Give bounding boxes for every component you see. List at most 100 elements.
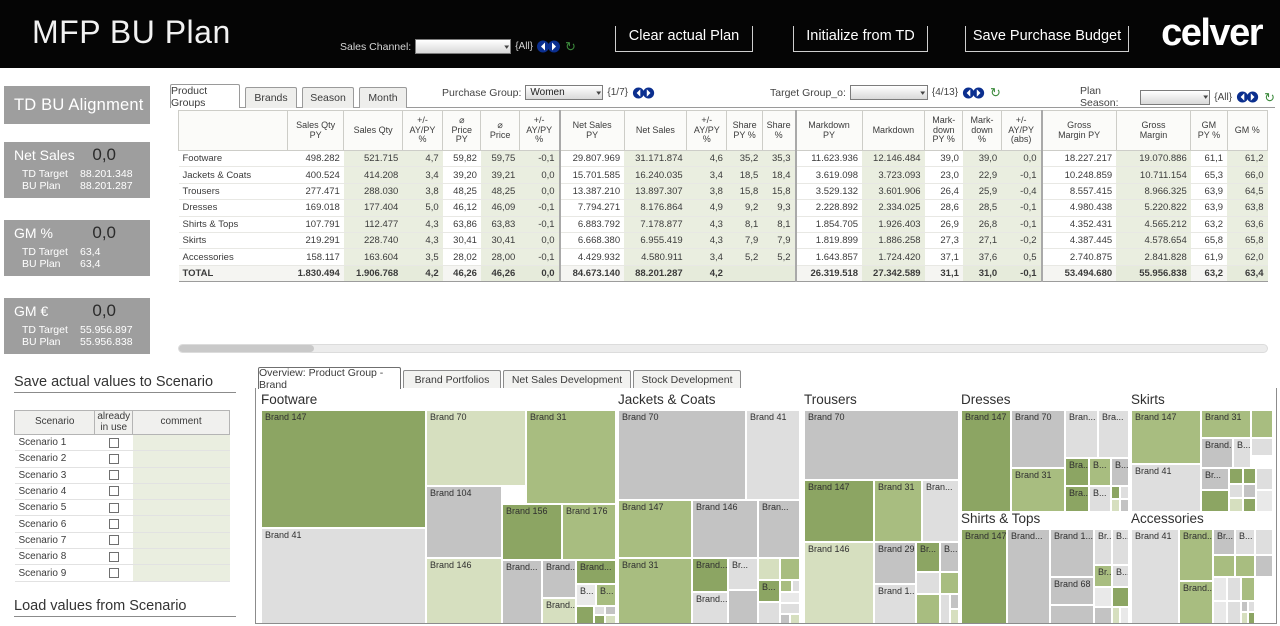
treemap-tab-overview-product-group-brand[interactable]: Overview: Product Group - Brand [258,367,401,389]
treemap-tile[interactable]: Brand... [542,560,576,598]
treemap-tab-brand-portfolios[interactable]: Brand Portfolios [403,370,501,389]
treemap-tile[interactable] [916,594,940,624]
grid-col-header[interactable]: Sales Qty [344,111,402,151]
treemap-tile[interactable] [594,615,605,624]
treemap-tile[interactable]: Brand... [502,560,542,624]
tab-month[interactable]: Month [359,87,407,108]
treemap-tile[interactable]: Brand 70 [426,410,526,486]
scenario-comment[interactable] [133,532,230,548]
treemap-tile[interactable] [780,580,792,592]
treemap-tile[interactable] [1120,607,1129,624]
treemap-tile[interactable]: Br... [728,558,758,590]
treemap-tile[interactable] [1227,601,1241,624]
treemap-tile[interactable]: Brand 29 [874,542,916,584]
initialize-from-td-button[interactable]: Initialize from TD [793,26,928,52]
tab-product-groups[interactable]: Product Groups [170,84,240,108]
treemap-tile[interactable] [1255,555,1273,577]
clear-actual-plan-button[interactable]: Clear actual Plan [615,26,753,52]
grid-row[interactable]: Accessories158.117163.6043,528,0228,00-0… [179,249,1268,265]
checkbox-icon[interactable] [109,535,119,545]
scenario-inuse-cell[interactable] [95,451,133,467]
grid-col-header[interactable]: ⌀PricePY [443,111,481,151]
treemap-tile[interactable] [950,594,959,609]
treemap-tile[interactable]: Brand 31 [618,558,692,624]
treemap-tile[interactable]: Br... [1201,468,1229,490]
treemap-tile[interactable] [780,558,800,580]
treemap-tile[interactable]: Brand 146 [426,558,502,624]
checkbox-icon[interactable] [109,470,119,480]
grid-col-header[interactable]: Mark-downPY % [925,111,963,151]
scenario-comment[interactable] [133,451,230,467]
treemap-tile[interactable]: Brand 146 [692,500,758,558]
grid-col-header[interactable]: MarkdownPY [796,111,863,151]
treemap-tile[interactable]: Brand... [692,592,728,624]
treemap-tile[interactable]: Brand 1... [1050,529,1094,577]
treemap-tile[interactable] [1112,587,1129,607]
target-group-o-nav-arrows[interactable] [962,87,986,99]
scenario-row[interactable]: Scenario 3 [15,467,230,483]
grid-row[interactable]: Jackets & Coats400.524414.2083,439,2039,… [179,167,1268,183]
plan-season-select[interactable]: ▾ [1140,90,1211,105]
treemap-tile[interactable]: Brand 176 [562,504,616,560]
scrollbar-thumb[interactable] [179,345,314,352]
treemap-tile[interactable] [1112,607,1120,624]
reset-icon[interactable]: ↻ [565,40,576,53]
treemap-tile[interactable] [1255,529,1273,555]
treemap-tile[interactable]: B... [1112,565,1129,587]
target-group-o-select[interactable]: ▾ [850,85,928,100]
treemap-tile[interactable]: Brand 31 [1011,468,1065,512]
treemap-tile[interactable]: Brand 41 [746,410,800,500]
treemap-tile[interactable]: Brand 41 [1131,464,1201,512]
scenario-row[interactable]: Scenario 5 [15,500,230,516]
grid-col-header[interactable]: GrossMargin [1116,111,1191,151]
treemap-tile[interactable] [1243,498,1256,512]
scenario-inuse-cell[interactable] [95,483,133,499]
scenario-inuse-cell[interactable] [95,500,133,516]
treemap-tile[interactable]: Brand... [576,560,616,584]
treemap-tile[interactable]: Brand 68 [1050,577,1094,605]
treemap-tile[interactable] [1256,468,1273,490]
treemap-tile[interactable] [576,606,594,624]
scenario-row[interactable]: Scenario 6 [15,516,230,532]
grid-col-header[interactable]: ⌀Price [481,111,519,151]
treemap-tile[interactable] [758,602,780,624]
treemap-tile[interactable]: B... [1089,486,1111,512]
treemap-tile[interactable] [1248,612,1255,624]
grid-row[interactable]: Dresses169.018177.4045,046,1246,09-0,17.… [179,200,1268,216]
scenario-comment[interactable] [133,483,230,499]
treemap-tile[interactable]: Brand... [542,598,576,624]
treemap-tile[interactable]: Brand 41 [1131,529,1179,624]
grid-col-header[interactable]: GrossMargin PY [1042,111,1117,151]
scenario-inuse-cell[interactable] [95,467,133,483]
scenario-inuse-cell[interactable] [95,565,133,581]
scenario-inuse-cell[interactable] [95,549,133,565]
treemap-tile[interactable]: Bran... [1065,410,1098,458]
treemap-tile[interactable]: B... [940,542,959,572]
treemap-tile[interactable] [950,609,959,624]
sales-channel-nav-arrows[interactable] [537,40,561,53]
scenario-comment[interactable] [133,549,230,565]
treemap-tile[interactable] [1201,490,1229,512]
treemap-tile[interactable] [1243,484,1256,498]
scenario-comment[interactable] [133,435,230,451]
treemap-tile[interactable] [605,615,616,624]
scenario-row[interactable]: Scenario 4 [15,483,230,499]
reset-icon[interactable]: ↻ [1264,91,1275,104]
treemap-tile[interactable]: B... [1111,458,1129,486]
scenario-comment[interactable] [133,467,230,483]
grid-col-header[interactable]: Sales QtyPY [287,111,343,151]
treemap-tile[interactable]: Brand 1... [874,584,916,624]
checkbox-icon[interactable] [109,552,119,562]
treemap-tile[interactable]: Brand 70 [618,410,746,500]
treemap-tile[interactable] [1111,486,1120,499]
treemap-tab-stock-development[interactable]: Stock Development [633,370,741,389]
treemap-tile[interactable]: Brand 147 [961,410,1011,512]
grid-col-header[interactable]: +/-AY/PY(abs) [1001,111,1041,151]
checkbox-icon[interactable] [109,438,119,448]
treemap-tile[interactable] [1213,577,1227,601]
scenario-row[interactable]: Scenario 2 [15,451,230,467]
treemap-tile[interactable] [780,603,800,614]
treemap-tile[interactable] [1213,555,1235,577]
grid-row[interactable]: Skirts219.291228.7404,330,4130,410,06.66… [179,232,1268,248]
treemap-tile[interactable]: Brand 147 [261,410,426,528]
